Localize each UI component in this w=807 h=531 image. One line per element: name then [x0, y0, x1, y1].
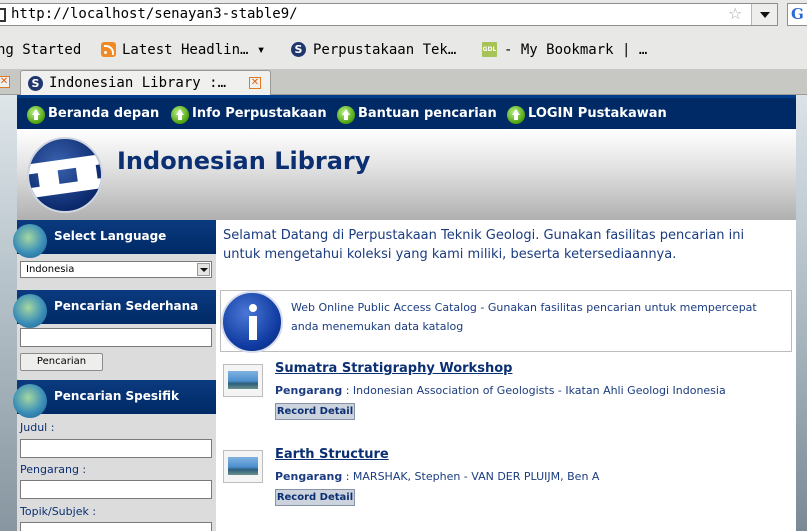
- list-item: Sumatra Stratigraphy Workshop Pengarang …: [223, 361, 788, 431]
- arrow-up-icon: [171, 106, 189, 124]
- title-field-label: Judul :: [20, 421, 55, 434]
- url-text[interactable]: http://localhost/senayan3-stable9/: [11, 6, 298, 22]
- globe-icon: [13, 224, 47, 258]
- bookmark-star-icon[interactable]: ☆: [728, 4, 742, 23]
- tab-title: Indonesian Library :…: [49, 75, 227, 91]
- record-detail-button[interactable]: Record Detail: [275, 403, 355, 420]
- info-icon: [221, 291, 283, 353]
- globe-icon: [13, 384, 47, 418]
- language-select[interactable]: Indonesia: [20, 261, 212, 278]
- nav-info-perpustakaan[interactable]: Info Perpustakaan: [192, 104, 327, 124]
- subject-field[interactable]: [20, 522, 212, 531]
- welcome-text: Selamat Datang di Perpustakaan Teknik Ge…: [223, 228, 745, 262]
- page-background-right: [796, 95, 807, 531]
- site-title: Indonesian Library: [117, 147, 371, 175]
- nav-login-pustakawan[interactable]: LOGIN Pustakawan: [528, 104, 667, 124]
- list-item: Earth Structure Pengarang : MARSHAK, Ste…: [223, 447, 788, 517]
- nav-beranda-depan[interactable]: Beranda depan: [48, 104, 159, 124]
- simple-search-button[interactable]: Pencarian: [20, 353, 103, 371]
- advanced-search-header: Pencarian Spesifik: [13, 380, 216, 418]
- simple-search-header: Pencarian Sederhana: [13, 290, 216, 328]
- site-header: Indonesian Library: [17, 129, 796, 220]
- record-author: Pengarang : MARSHAK, Stephen - VAN DER P…: [275, 470, 600, 483]
- close-tab-icon[interactable]: ✕: [0, 76, 10, 88]
- record-title-link[interactable]: Earth Structure: [275, 447, 389, 462]
- advanced-search-heading: Pencarian Spesifik: [54, 389, 180, 403]
- search-engine-box[interactable]: G: [787, 3, 807, 26]
- language-heading: Select Language: [54, 229, 167, 243]
- arrow-up-icon: [507, 106, 525, 124]
- record-author: Pengarang : Indonesian Association of Ge…: [275, 384, 726, 397]
- close-tab-icon[interactable]: ✕: [249, 77, 261, 89]
- google-icon: G: [791, 5, 804, 23]
- record-title-link[interactable]: Sumatra Stratigraphy Workshop: [275, 361, 512, 376]
- subject-field-label: Topik/Subjek :: [20, 505, 97, 518]
- record-detail-button[interactable]: Record Detail: [275, 489, 355, 506]
- globe-icon: [13, 294, 47, 328]
- simple-search-heading: Pencarian Sederhana: [54, 299, 199, 313]
- senayan-logo-icon: [27, 137, 103, 213]
- author-label: Pengarang: [275, 384, 343, 397]
- opac-description: Web Online Public Access Catalog - Gunak…: [291, 301, 757, 333]
- url-history-dropdown-button[interactable]: [751, 4, 777, 25]
- book-cover-image-icon: [223, 364, 263, 397]
- gdl-icon: GDL: [482, 42, 497, 57]
- bookmark-latest-headlines[interactable]: Latest Headlin… ▾: [122, 42, 265, 58]
- bookmarks-toolbar: ng Started Latest Headlin… ▾ S Perpustak…: [0, 30, 807, 70]
- author-value: MARSHAK, Stephen - VAN DER PLUIJM, Ben A: [352, 470, 600, 483]
- arrow-up-icon: [27, 106, 45, 124]
- senayan-icon: S: [28, 76, 43, 91]
- senayan-icon: S: [291, 42, 306, 57]
- rss-icon: [101, 42, 116, 57]
- browser-toolbar: http://localhost/senayan3-stable9/ ☆ G: [0, 0, 807, 30]
- tab-indonesian-library[interactable]: S Indonesian Library :… ✕: [20, 70, 271, 95]
- author-value: Indonesian Association of Geologists - I…: [352, 384, 726, 397]
- main-navigation: Beranda depan Info Perpustakaan Bantuan …: [17, 95, 796, 129]
- language-panel-header: Select Language: [13, 220, 216, 258]
- author-field-label: Pengarang :: [20, 463, 87, 476]
- simple-search-input[interactable]: [20, 328, 212, 347]
- tab-bar: ✕ S Indonesian Library :… ✕: [0, 70, 807, 95]
- opac-info-box: Web Online Public Access Catalog - Gunak…: [220, 290, 792, 353]
- arrow-up-icon: [337, 106, 355, 124]
- site-identity-icon[interactable]: [0, 8, 6, 22]
- title-field[interactable]: [20, 439, 212, 458]
- language-selected-value: Indonesia: [26, 264, 75, 275]
- url-bar[interactable]: http://localhost/senayan3-stable9/ ☆: [0, 3, 778, 26]
- author-label: Pengarang: [275, 470, 343, 483]
- bookmark-my-bookmark[interactable]: - My Bookmark | …: [504, 42, 647, 58]
- nav-bantuan-pencarian[interactable]: Bantuan pencarian: [358, 104, 497, 124]
- main-content: Selamat Datang di Perpustakaan Teknik Ge…: [216, 220, 796, 531]
- book-cover-image-icon: [223, 450, 263, 483]
- sidebar: Select Language Indonesia Pencarian Sede…: [13, 220, 216, 531]
- bookmark-perpustakaan[interactable]: Perpustakaan Tek…: [313, 42, 456, 58]
- bookmark-getting-started[interactable]: ng Started: [0, 42, 81, 58]
- chevron-down-icon[interactable]: [197, 263, 210, 276]
- author-field[interactable]: [20, 480, 212, 499]
